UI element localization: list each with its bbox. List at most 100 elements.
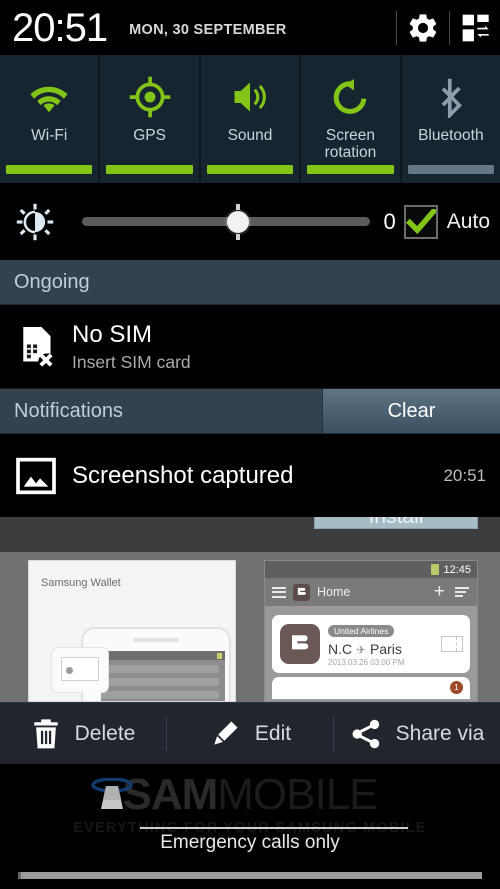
notification-text-block: Screenshot captured xyxy=(72,462,443,490)
status-bar-clock: 20:51 xyxy=(12,5,108,50)
toggle-tile-indicator xyxy=(106,165,193,174)
toggle-tile-indicator xyxy=(206,165,294,174)
install-button-label: Install xyxy=(369,517,424,528)
settings-gear-button[interactable] xyxy=(399,6,447,50)
delete-button-label: Delete xyxy=(74,721,136,745)
brightness-row: 0 Auto xyxy=(0,183,500,260)
wallet-card-illustration xyxy=(61,657,99,681)
sammobile-wordmark: SAMMOBILE xyxy=(0,772,500,818)
wallet-app-logo-icon xyxy=(293,583,310,601)
auto-brightness-checkbox[interactable] xyxy=(403,204,438,239)
phone-content-line xyxy=(97,691,219,699)
sim-card-error-icon xyxy=(0,325,72,369)
auto-brightness-label: Auto xyxy=(446,209,490,233)
ticket-stub-icon xyxy=(441,636,463,652)
toggle-tile-label: Wi-Fi xyxy=(31,127,68,144)
share-icon xyxy=(350,718,382,750)
delete-button[interactable]: Delete xyxy=(0,703,166,765)
wallet-promo-title: Samsung Wallet xyxy=(41,577,121,589)
wallet-pass-logo-icon xyxy=(280,624,320,664)
quick-toggle-grid-button[interactable] xyxy=(452,6,500,50)
hamburger-menu-icon[interactable] xyxy=(272,586,286,598)
wifi-icon xyxy=(21,69,77,125)
sort-icon[interactable] xyxy=(455,587,469,597)
background-app-area: Install Samsung Wallet xyxy=(0,517,500,702)
edit-button-label: Edit xyxy=(254,721,292,745)
install-button[interactable]: Install xyxy=(314,517,478,529)
destination-label: Paris xyxy=(369,641,402,657)
speaker-icon xyxy=(222,69,278,125)
mini-status-bar: 12:45 xyxy=(265,561,477,578)
toggle-tile-label: Sound xyxy=(227,127,273,144)
lockscreen-bottom-area: SAMMOBILE EVERYTHING FOR YOUR SAMSUNG MO… xyxy=(0,764,500,889)
brightness-value: 0 xyxy=(383,208,396,234)
ongoing-header-label: Ongoing xyxy=(14,271,90,293)
scrollbar-handle[interactable] xyxy=(18,872,482,879)
android-notification-shade: 20:51 MON, 30 SEPTEMBER Wi-Fi GPS Sound … xyxy=(0,0,500,889)
gallery-item-wallet-home[interactable]: 12:45 Home + United Airlines N.C ✈ Paris… xyxy=(264,560,478,702)
mini-status-time: 12:45 xyxy=(443,563,471,576)
phone-content-line xyxy=(97,665,219,673)
image-gallery-icon xyxy=(0,457,72,495)
notification-no-sim[interactable]: No SIM Insert SIM card xyxy=(0,305,500,389)
status-bar: 20:51 MON, 30 SEPTEMBER xyxy=(0,0,500,55)
toggle-tile-bluetooth[interactable]: Bluetooth xyxy=(401,55,500,183)
airline-badge: United Airlines xyxy=(328,625,395,637)
airplane-icon: ✈ xyxy=(356,643,367,657)
share-via-button-label: Share via xyxy=(395,721,485,745)
bluetooth-icon xyxy=(423,69,479,125)
phone-screen-illustration xyxy=(91,651,225,701)
trash-icon xyxy=(31,718,61,750)
sammobile-logo-icon xyxy=(90,777,134,812)
gps-crosshair-icon xyxy=(122,69,178,125)
quick-settings-toggle-row: Wi-Fi GPS Sound Screen rotation Bluetoot… xyxy=(0,55,500,183)
toggle-tile-label: Screen rotation xyxy=(324,127,377,161)
notification-title: No SIM xyxy=(72,321,153,348)
mini-action-bar-title: Home xyxy=(317,585,351,599)
emergency-calls-label: Emergency calls only xyxy=(160,832,340,853)
phone-statusbar-illustration xyxy=(91,651,225,660)
add-pass-button[interactable]: + xyxy=(434,582,445,601)
brightness-slider[interactable] xyxy=(82,202,378,242)
mini-action-bar: Home + xyxy=(265,578,477,606)
notification-badge: 1 xyxy=(450,681,463,694)
boarding-pass-card[interactable]: United Airlines N.C ✈ Paris 2013.03.26 0… xyxy=(272,615,470,673)
boarding-pass-info: United Airlines N.C ✈ Paris 2013.03.26 0… xyxy=(328,621,441,667)
battery-icon xyxy=(431,564,440,575)
gallery-item-wallet-promo[interactable]: Samsung Wallet xyxy=(28,560,236,702)
toggle-tile-indicator xyxy=(407,165,495,174)
toggle-tile-indicator xyxy=(307,165,394,174)
toggle-tile-sound[interactable]: Sound xyxy=(200,55,300,183)
brightness-sun-icon xyxy=(0,196,70,248)
toggle-tile-screen-rotation[interactable]: Screen rotation xyxy=(301,55,400,183)
status-bar-divider-2 xyxy=(449,10,450,45)
wordmark-sam: SAM xyxy=(122,770,218,819)
checkmark-icon xyxy=(405,208,436,234)
origin-label: N.C xyxy=(328,641,353,657)
toggle-tile-label: GPS xyxy=(133,127,166,144)
notifications-section-header: Notifications Clear xyxy=(0,389,500,434)
gear-icon xyxy=(409,13,437,42)
flight-route: N.C ✈ Paris xyxy=(328,641,441,657)
toggle-tile-indicator xyxy=(6,165,93,174)
phone-content-line xyxy=(97,678,219,686)
pencil-icon xyxy=(209,718,241,750)
share-via-button[interactable]: Share via xyxy=(334,703,500,765)
edit-button[interactable]: Edit xyxy=(167,703,333,765)
clear-button-label: Clear xyxy=(387,400,436,422)
notification-time: 20:51 xyxy=(443,465,486,485)
lockscreen-divider xyxy=(140,827,408,829)
notifications-header-label: Notifications xyxy=(14,400,123,422)
notification-screenshot[interactable]: Screenshot captured 20:51 xyxy=(0,434,500,517)
status-bar-divider-1 xyxy=(396,10,397,45)
clear-notifications-button[interactable]: Clear xyxy=(322,389,500,434)
quick-toggle-grid-icon xyxy=(462,14,489,41)
brightness-slider-thumb[interactable] xyxy=(226,210,249,233)
notification-subtitle: Insert SIM card xyxy=(72,352,191,372)
toggle-tile-wifi[interactable]: Wi-Fi xyxy=(0,55,99,183)
toggle-tile-gps[interactable]: GPS xyxy=(100,55,199,183)
status-bar-date: MON, 30 SEPTEMBER xyxy=(129,21,287,38)
brightness-slider-track xyxy=(82,217,370,226)
boarding-pass-card-partial[interactable]: 1 xyxy=(272,677,470,699)
wallet-card-bubble xyxy=(51,647,109,701)
